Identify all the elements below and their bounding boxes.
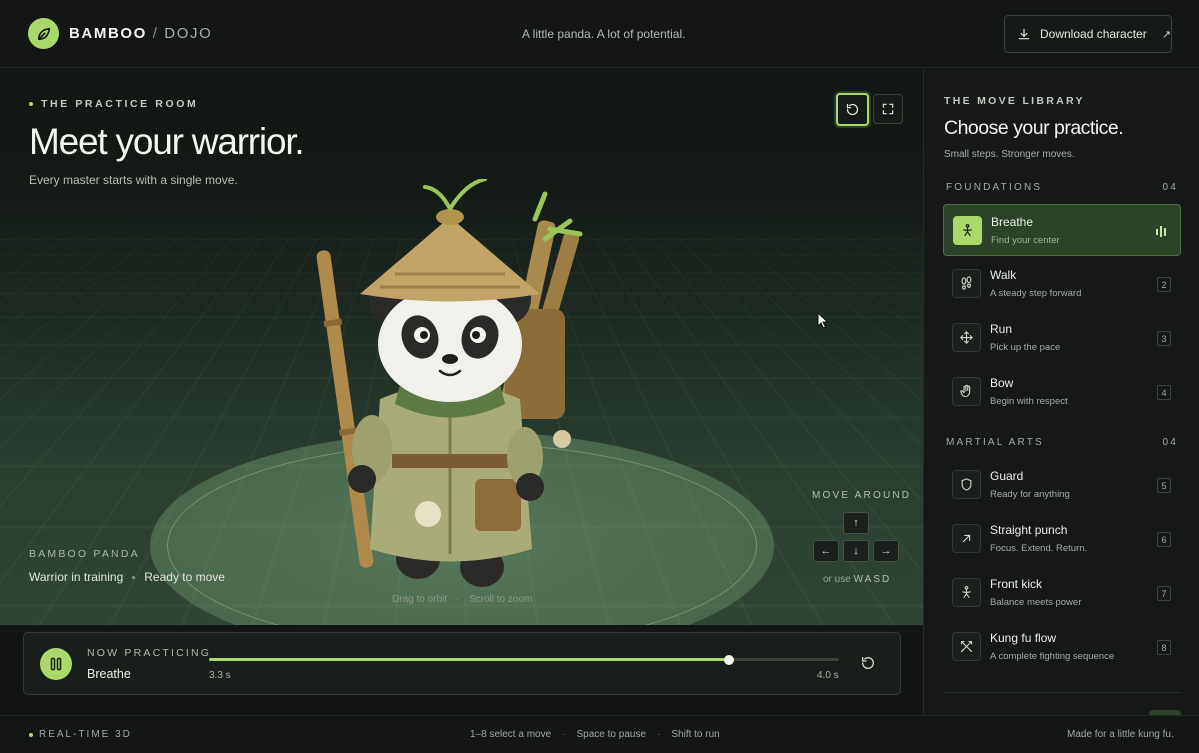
now-practicing-bar: NOW PRACTICING Breathe 3.3 s 4.0 s	[23, 632, 901, 695]
move-left-key[interactable]: ←	[813, 540, 839, 562]
restart-icon	[861, 657, 874, 669]
shortcut-key: 5	[1157, 478, 1171, 493]
arrow-up-right-icon	[952, 524, 981, 553]
shortcut-run: Shift to run	[671, 729, 720, 740]
hand-icon	[952, 377, 981, 406]
wasd-hint: or use WASD	[823, 574, 892, 585]
practice-stage[interactable]: THE PRACTICE ROOM Meet your warrior. Eve…	[0, 69, 923, 625]
figure-icon	[952, 578, 981, 607]
footer-credit: Made for a little kung fu.	[1067, 729, 1174, 740]
page-title: Meet your warrior.	[29, 121, 305, 162]
move-item-kung-fu-flow[interactable]: Kung fu flow A complete fighting sequenc…	[943, 621, 1181, 673]
shortcut-key: 3	[1157, 331, 1171, 346]
shield-icon	[952, 470, 981, 499]
move-up-key[interactable]: ↑	[843, 512, 869, 534]
shortcut-key: 7	[1157, 586, 1171, 601]
move-item-guard[interactable]: Guard Ready for anything 5	[943, 459, 1181, 511]
move-right-key[interactable]: →	[873, 540, 899, 562]
orbit-hint: Drag to orbit	[392, 594, 448, 605]
progress-fill	[209, 658, 729, 661]
fullscreen-button[interactable]	[873, 94, 903, 124]
shortcut-select: 1–8 select a move	[470, 729, 552, 740]
move-item-run[interactable]: Run Pick up the pace 3	[943, 312, 1181, 364]
move-down-key[interactable]: ↓	[843, 540, 869, 562]
move-item-bow[interactable]: Bow Begin with respect 4	[943, 366, 1181, 418]
footer-bar: REAL-TIME 3D 1–8 select a move · Space t…	[0, 715, 1199, 753]
character-name: BAMBOO PANDA	[29, 548, 140, 560]
panel-divider	[944, 692, 1180, 693]
library-subtitle: Small steps. Stronger moves.	[944, 149, 1075, 160]
reset-view-button[interactable]	[836, 93, 869, 126]
pause-icon	[50, 657, 62, 671]
current-move-name: Breathe	[87, 667, 131, 681]
library-eyebrow: THE MOVE LIBRARY	[944, 95, 1085, 107]
shortcut-key: 8	[1157, 640, 1171, 655]
library-title: Choose your practice.	[944, 117, 1124, 139]
total-time: 4.0 s	[817, 670, 839, 681]
panda-character[interactable]	[300, 179, 600, 599]
rotate-icon	[846, 103, 859, 116]
move-around-label: MOVE AROUND	[812, 490, 912, 501]
keyboard-shortcuts: 1–8 select a move · Space to pause · Shi…	[470, 729, 720, 740]
move-item-walk[interactable]: Walk A steady step forward 2	[943, 258, 1181, 310]
section-martial-arts: MARTIAL ARTS 04	[946, 437, 1178, 448]
tagline: A little panda. A lot of potential.	[522, 27, 686, 41]
shortcut-key: 2	[1157, 277, 1171, 292]
character-state: Ready to move	[144, 570, 225, 584]
download-label: Download character	[1040, 27, 1147, 41]
arrow-right-icon: →	[880, 545, 892, 557]
move-item-breathe[interactable]: Breathe Find your center	[943, 204, 1181, 256]
practice-room-eyebrow: THE PRACTICE ROOM	[29, 98, 198, 110]
meditate-icon	[953, 216, 982, 245]
move-library-panel: THE MOVE LIBRARY Choose your practice. S…	[923, 69, 1199, 715]
shortcut-key: 6	[1157, 532, 1171, 547]
progress-track[interactable]	[209, 654, 839, 665]
restart-move-button[interactable]	[860, 655, 876, 676]
arrow-left-icon: ←	[820, 545, 832, 557]
shortcut-pause: Space to pause	[576, 729, 647, 740]
pause-button[interactable]	[40, 648, 72, 680]
move-item-straight-punch[interactable]: Straight punch Focus. Extend. Return. 6	[943, 513, 1181, 565]
current-time: 3.3 s	[209, 670, 231, 681]
footer-mode: REAL-TIME 3D	[29, 729, 132, 740]
section-foundations: FOUNDATIONS 04	[946, 182, 1178, 193]
now-practicing-label: NOW PRACTICING	[87, 647, 212, 659]
zoom-hint: Scroll to zoom	[469, 594, 533, 605]
panel-action-button[interactable]	[1149, 710, 1181, 715]
progress-handle[interactable]	[723, 654, 734, 665]
fullscreen-icon	[882, 103, 894, 115]
download-character-button[interactable]: Download character ↗	[1004, 15, 1172, 53]
arrow-up-icon: ↑	[853, 517, 859, 529]
brand-name[interactable]: BAMBOO / DOJO	[69, 25, 212, 42]
footprints-icon	[952, 269, 981, 298]
move-arrows-icon	[952, 323, 981, 352]
character-status: Warrior in training Ready to move	[29, 570, 225, 584]
hint-separator: ·	[456, 594, 460, 605]
move-item-front-kick[interactable]: Front kick Balance meets power 7	[943, 567, 1181, 619]
arrow-down-icon: ↓	[853, 545, 859, 557]
shortcut-key: 4	[1157, 385, 1171, 400]
page-subtitle: Every master starts with a single move.	[29, 173, 238, 187]
external-arrow-icon: ↗	[1161, 28, 1171, 41]
top-bar: BAMBOO / DOJO A little panda. A lot of p…	[0, 0, 1199, 68]
mouse-cursor-icon	[817, 312, 829, 329]
crossed-swords-icon	[952, 632, 981, 661]
character-rank: Warrior in training	[29, 570, 124, 584]
leaf-logo-icon[interactable]	[28, 18, 59, 49]
playing-bars-icon	[1156, 226, 1166, 237]
download-icon	[1018, 28, 1030, 40]
